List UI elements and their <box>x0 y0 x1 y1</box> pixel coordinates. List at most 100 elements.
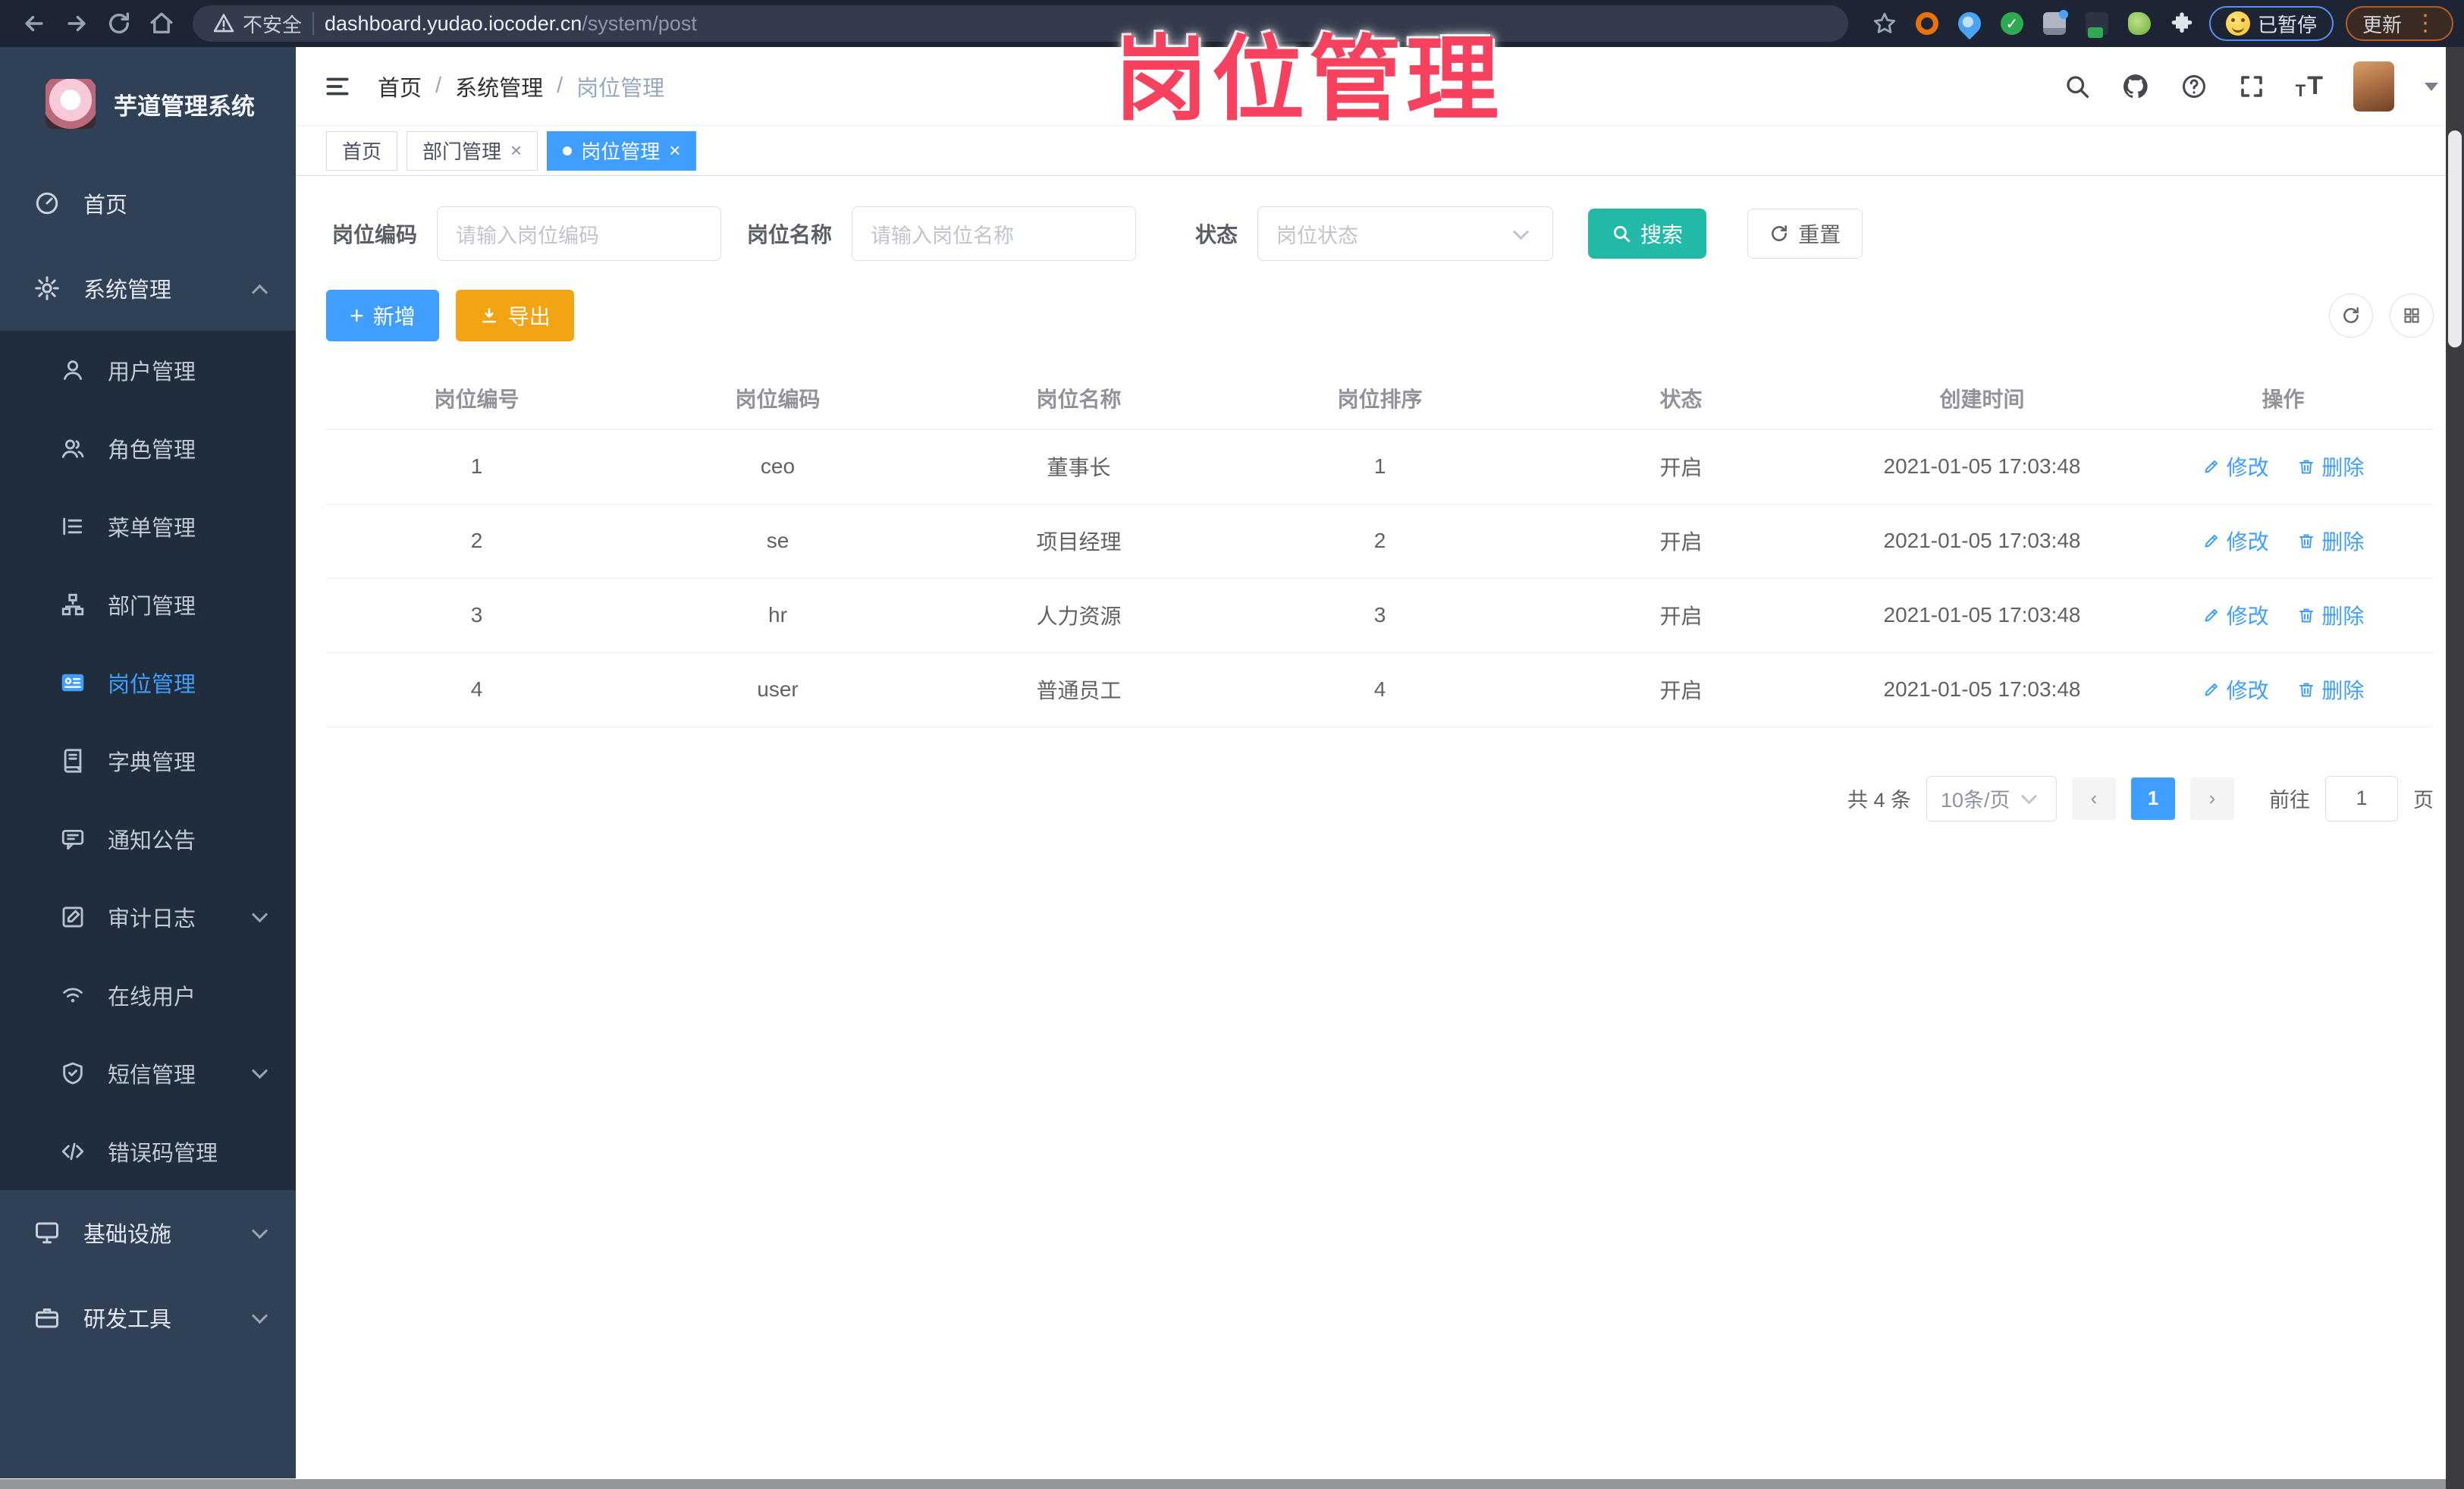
help-icon[interactable] <box>2180 73 2208 100</box>
browser-update-button[interactable]: 更新 ⋮ <box>2345 6 2453 41</box>
sidebar-item-error-codes[interactable]: 错误码管理 <box>0 1112 296 1190</box>
chevron-down-icon <box>1512 223 1530 240</box>
user-avatar[interactable] <box>2353 61 2394 112</box>
refresh-icon <box>2343 307 2359 323</box>
total-count: 共 4 条 <box>1847 789 1911 812</box>
sidebar-item-home[interactable]: 首页 <box>0 161 296 246</box>
breadcrumb-system[interactable]: 系统管理 <box>455 71 543 102</box>
extension-pin-icon[interactable] <box>1953 7 1986 40</box>
close-icon[interactable]: × <box>669 139 680 162</box>
announcement-icon <box>58 826 88 852</box>
search-button[interactable]: 搜索 <box>1588 209 1707 259</box>
app-title: 芋道管理系统 <box>114 93 255 120</box>
online-users-icon <box>58 982 88 1008</box>
extensions-puzzle-icon[interactable] <box>2167 8 2197 39</box>
browser-scrollbar[interactable] <box>2446 47 2464 1489</box>
org-tree-icon <box>58 592 88 617</box>
add-button[interactable]: + 新增 <box>326 290 439 341</box>
sidebar-item-dictionaries[interactable]: 字典管理 <box>0 721 296 799</box>
refresh-table-button[interactable] <box>2329 294 2373 338</box>
url-text: dashboard.yudao.iocoder.cn/system/post <box>325 12 697 36</box>
extension-cn-icon[interactable] <box>2082 8 2112 39</box>
paused-label: 已暂停 <box>2257 13 2317 36</box>
column-settings-button[interactable] <box>2390 294 2434 338</box>
tab-posts[interactable]: 岗位管理 × <box>547 130 697 171</box>
sidebar-item-online-users[interactable]: 在线用户 <box>0 956 296 1034</box>
gear-icon <box>32 275 62 302</box>
kebab-menu-icon[interactable]: ⋮ <box>2414 12 2437 35</box>
tab-departments[interactable]: 部门管理 × <box>406 130 538 171</box>
col-post-id: 岗位编号 <box>326 367 627 430</box>
post-name-label: 岗位名称 <box>747 223 833 247</box>
status-select[interactable]: 岗位状态 <box>1257 206 1554 261</box>
sidebar-item-devtools[interactable]: 研发工具 <box>0 1275 296 1360</box>
post-code-input[interactable]: 请输入岗位编码 <box>437 206 722 261</box>
address-bar[interactable]: 不安全 dashboard.yudao.iocoder.cn/system/po… <box>193 5 1848 42</box>
chevron-down-icon <box>2020 788 2038 805</box>
pagination: 共 4 条 10条/页 ‹ 1 › 前往 页 <box>326 775 2434 821</box>
app-logo-row[interactable]: 芋道管理系统 <box>0 47 296 161</box>
sidebar-item-infrastructure[interactable]: 基础设施 <box>0 1190 296 1275</box>
sidebar: 芋道管理系统 首页 系统管理 用户管理 角色管理 菜单管理 部门管理 岗位管理 … <box>0 47 296 1478</box>
sidebar-item-audit-logs[interactable]: 审计日志 <box>0 878 296 956</box>
delete-link[interactable]: 删除 <box>2297 526 2364 556</box>
reset-button[interactable]: 重置 <box>1747 209 1863 259</box>
extension-check-icon[interactable]: ✓ <box>1997 8 2027 39</box>
page-size-select[interactable]: 10条/页 <box>1926 775 2057 821</box>
page-1-button[interactable]: 1 <box>2131 777 2175 820</box>
sidebar-item-menus[interactable]: 菜单管理 <box>0 487 296 565</box>
home-icon[interactable] <box>144 6 179 41</box>
delete-link[interactable]: 删除 <box>2297 674 2364 705</box>
delete-link[interactable]: 删除 <box>2297 451 2364 482</box>
sidebar-item-roles[interactable]: 角色管理 <box>0 409 296 487</box>
collapse-sidebar-icon[interactable] <box>323 72 352 101</box>
dictionary-icon <box>58 748 88 774</box>
security-warning[interactable]: 不安全 <box>212 10 302 38</box>
sidebar-menu: 首页 系统管理 用户管理 角色管理 菜单管理 部门管理 岗位管理 字典管理 通知… <box>0 161 296 1478</box>
audit-log-icon <box>58 904 88 930</box>
paused-extension-badge[interactable]: 已暂停 <box>2208 6 2334 41</box>
forward-icon[interactable] <box>59 6 94 41</box>
extension-orange-icon[interactable] <box>1912 8 1942 39</box>
edit-pencil-icon <box>2205 609 2218 622</box>
devtools-icon <box>32 1304 62 1331</box>
sidebar-item-users[interactable]: 用户管理 <box>0 331 296 409</box>
extension-green-icon[interactable] <box>2124 8 2155 39</box>
delete-link[interactable]: 删除 <box>2297 600 2364 630</box>
edit-link[interactable]: 修改 <box>2202 526 2269 556</box>
sidebar-item-posts[interactable]: 岗位管理 <box>0 643 296 721</box>
reload-icon[interactable] <box>102 6 137 41</box>
tab-home[interactable]: 首页 <box>326 130 398 171</box>
chevron-down-icon <box>251 1222 268 1239</box>
edit-link[interactable]: 修改 <box>2202 674 2269 705</box>
col-created: 创建时间 <box>1832 367 2133 430</box>
sidebar-item-departments[interactable]: 部门管理 <box>0 565 296 643</box>
browser-chrome: 不安全 dashboard.yudao.iocoder.cn/system/po… <box>0 0 2464 47</box>
extension-gray-icon[interactable] <box>2039 8 2070 39</box>
export-button[interactable]: 导出 <box>455 290 574 341</box>
prev-page-button[interactable]: ‹ <box>2072 777 2116 820</box>
security-label: 不安全 <box>243 13 303 36</box>
next-page-button[interactable]: › <box>2190 777 2234 820</box>
back-icon[interactable] <box>17 6 52 41</box>
font-size-icon[interactable]: TT <box>2296 71 2323 101</box>
avatar-caret-icon[interactable] <box>2425 82 2438 98</box>
sidebar-item-system[interactable]: 系统管理 <box>0 246 296 331</box>
trash-icon <box>2299 534 2314 548</box>
breadcrumb-home[interactable]: 首页 <box>378 71 422 102</box>
fullscreen-icon[interactable] <box>2238 73 2265 100</box>
edit-link[interactable]: 修改 <box>2202 600 2269 630</box>
users-icon <box>58 435 88 461</box>
bookmark-star-icon[interactable] <box>1869 8 1900 39</box>
goto-page-input[interactable] <box>2325 775 2398 821</box>
emoji-face-icon <box>2225 11 2250 36</box>
close-icon[interactable]: × <box>510 139 522 162</box>
github-icon[interactable] <box>2121 72 2150 101</box>
table-toolbar: + 新增 导出 <box>326 290 2434 341</box>
post-name-input[interactable]: 请输入岗位名称 <box>852 206 1137 261</box>
sidebar-item-notices[interactable]: 通知公告 <box>0 799 296 878</box>
search-icon[interactable] <box>2064 73 2091 100</box>
sidebar-item-sms[interactable]: 短信管理 <box>0 1034 296 1112</box>
scrollbar-thumb[interactable] <box>2448 130 2462 347</box>
edit-link[interactable]: 修改 <box>2202 451 2269 482</box>
